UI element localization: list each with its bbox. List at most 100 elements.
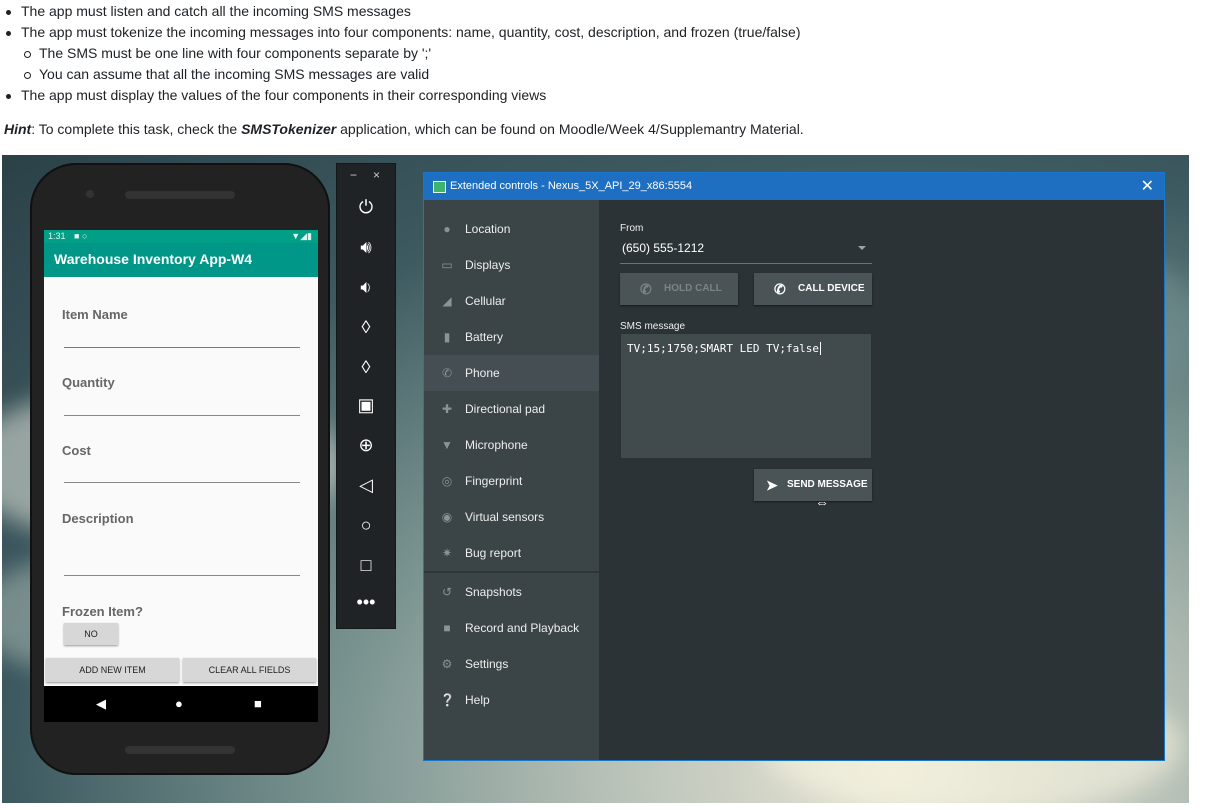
sms-label: SMS message	[620, 321, 686, 332]
nav-microphone[interactable]: ▼ Microphone	[424, 427, 599, 463]
speaker	[125, 746, 235, 754]
phone-icon: ✆	[441, 366, 453, 380]
rotate-left-icon[interactable]: ◊	[337, 317, 395, 337]
call-device-button[interactable]: ✆ CALL DEVICE	[754, 273, 872, 305]
from-underline	[620, 263, 872, 264]
sub-bullet-icon	[24, 51, 31, 58]
battery-icon: ▮	[443, 330, 451, 344]
nav-label: Fingerprint	[465, 474, 523, 488]
nav-displays[interactable]: ▭ Displays	[424, 247, 599, 283]
displays-icon: ▭	[441, 258, 453, 272]
bullet-text: The app must tokenize the incoming messa…	[21, 24, 801, 40]
nav-label: Settings	[465, 657, 509, 671]
sms-message-input[interactable]: TV;15;1750;SMART LED TV;false	[620, 333, 872, 459]
back-icon[interactable]: ◁	[337, 475, 395, 495]
clear-all-fields-button[interactable]: CLEAR ALL FIELDS	[183, 658, 316, 682]
dpad-icon: ✚	[441, 402, 453, 416]
close-button[interactable]: ×	[373, 168, 380, 182]
rotate-right-icon[interactable]: ◊	[337, 357, 395, 377]
window-title: Extended controls - Nexus_5X_API_29_x86:…	[450, 180, 693, 192]
camera-icon	[86, 190, 94, 198]
nav-label: Cellular	[465, 294, 506, 308]
nav-location[interactable]: ● Location	[424, 211, 599, 247]
location-icon: ●	[443, 222, 451, 236]
nav-label: Microphone	[465, 438, 528, 452]
nav-fingerprint[interactable]: ◎ Fingerprint	[424, 463, 599, 499]
phone-pause-icon: ✆	[640, 281, 652, 297]
cellular-icon: ◢	[442, 294, 452, 308]
description-input[interactable]	[64, 575, 300, 576]
home-icon[interactable]: ○	[337, 515, 395, 535]
text-cursor	[820, 342, 822, 355]
bullet-text: You can assume that all the incoming SMS…	[39, 66, 430, 82]
status-time: 1:31	[48, 231, 66, 241]
cost-label: Cost	[62, 443, 91, 458]
sensors-icon: ◉	[441, 510, 453, 524]
minimize-button[interactable]: −	[350, 168, 357, 182]
emulator-screenshot: 1:31 ■ ○ ▼◢▮ Warehouse Inventory App-W4 …	[2, 155, 1189, 803]
nav-bug-report[interactable]: ✷ Bug report	[424, 535, 599, 571]
nav-label: Bug report	[465, 546, 522, 560]
frozen-label: Frozen Item?	[62, 604, 143, 619]
nav-record-playback[interactable]: ■ Record and Playback	[424, 610, 599, 646]
bullet-icon	[6, 94, 11, 99]
sub-bullet-icon	[24, 72, 31, 79]
add-new-item-button[interactable]: ADD NEW ITEM	[46, 658, 179, 682]
bug-icon: ✷	[441, 546, 453, 560]
close-icon[interactable]: ✕	[1141, 173, 1154, 200]
home-icon[interactable]: ●	[175, 696, 183, 711]
quantity-label: Quantity	[62, 375, 115, 390]
hint-app-name: SMSTokenizer	[241, 121, 337, 137]
android-phone: 1:31 ■ ○ ▼◢▮ Warehouse Inventory App-W4 …	[30, 163, 330, 775]
nav-settings[interactable]: ⚙ Settings	[424, 646, 599, 682]
item-name-label: Item Name	[62, 307, 128, 322]
send-message-button[interactable]: ➤ SEND MESSAGE	[754, 469, 872, 501]
nav-directional-pad[interactable]: ✚ Directional pad	[424, 391, 599, 427]
gear-icon: ⚙	[441, 657, 453, 671]
android-nav-bar: ◀ ● ■	[44, 686, 318, 722]
cost-input[interactable]	[64, 482, 300, 483]
chevron-down-icon[interactable]	[858, 246, 866, 250]
hint-label: Hint	[4, 121, 32, 137]
resize-cursor-icon: ⇔	[815, 494, 829, 510]
power-icon[interactable]: ⏻	[337, 197, 395, 217]
nav-phone[interactable]: ✆ Phone	[424, 355, 599, 391]
nav-virtual-sensors[interactable]: ◉ Virtual sensors	[424, 499, 599, 535]
zoom-icon[interactable]: ⊕	[337, 435, 395, 455]
record-icon: ■	[443, 621, 451, 635]
nav-snapshots[interactable]: ↺ Snapshots	[424, 574, 599, 610]
nav-label: Displays	[465, 258, 511, 272]
snapshots-icon: ↺	[441, 585, 453, 599]
hold-call-button[interactable]: ✆ HOLD CALL	[620, 273, 738, 305]
nav-help[interactable]: ❔ Help	[424, 682, 599, 718]
send-icon: ➤	[766, 477, 778, 493]
bullet-icon	[6, 10, 11, 15]
bullet-text: The SMS must be one line with four compo…	[39, 45, 432, 61]
recents-icon[interactable]: ■	[254, 696, 262, 711]
quantity-input[interactable]	[64, 415, 300, 416]
sms-text: TV;15;1750;SMART LED TV;false	[627, 342, 820, 355]
item-name-input[interactable]	[64, 347, 300, 348]
bullet-text: The app must display the values of the f…	[21, 87, 547, 103]
nav-label: Snapshots	[465, 585, 522, 599]
from-number-select[interactable]: (650) 555-1212	[622, 241, 704, 255]
back-icon[interactable]: ◀	[96, 696, 106, 712]
hint-text: : To complete this task, check the	[31, 121, 242, 137]
camera-screenshot-icon[interactable]: ▣	[337, 395, 395, 415]
overview-icon[interactable]: □	[337, 555, 395, 575]
phone-screen: 1:31 ■ ○ ▼◢▮ Warehouse Inventory App-W4 …	[44, 230, 318, 722]
hint-text-end: application, which can be found on Moodl…	[336, 121, 804, 137]
more-icon[interactable]: •••	[337, 592, 395, 612]
nav-label: Virtual sensors	[465, 510, 545, 524]
fingerprint-icon: ◎	[441, 474, 453, 488]
nav-label: Battery	[465, 330, 504, 344]
nav-battery[interactable]: ▮ Battery	[424, 319, 599, 355]
app-icon	[433, 181, 446, 193]
bullet-text: The app must listen and catch all the in…	[21, 3, 411, 19]
frozen-toggle[interactable]: NO	[64, 623, 118, 645]
volume-up-icon[interactable]: 🔊︎	[337, 237, 395, 257]
from-label: From	[620, 223, 644, 234]
earpiece	[125, 191, 235, 199]
nav-cellular[interactable]: ◢ Cellular	[424, 283, 599, 319]
volume-down-icon[interactable]: 🔉︎	[337, 277, 395, 297]
